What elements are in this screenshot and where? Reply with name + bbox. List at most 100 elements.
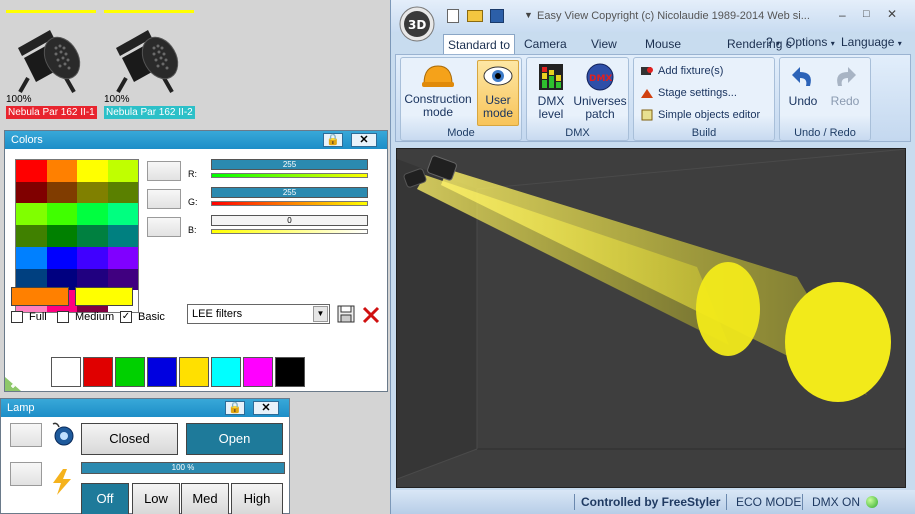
color-swatch[interactable] [16,181,47,204]
open-folder-icon[interactable] [467,10,483,22]
medium-checkbox[interactable]: Medium [57,311,114,323]
dimmer-med-button[interactable]: Med [181,483,229,514]
color-swatch[interactable] [77,203,108,226]
basic-color-swatch[interactable] [147,357,177,387]
tab-mouse[interactable]: Mouse [645,34,681,54]
color-swatch[interactable] [107,181,138,204]
filter-select[interactable]: LEE filters ▼ [187,304,330,324]
blue-slider[interactable]: 0 [211,215,368,226]
color-swatch[interactable] [77,246,108,269]
color-swatch[interactable] [46,181,77,204]
color-swatch[interactable] [16,203,47,226]
status-divider [574,494,575,510]
color-swatch[interactable] [107,246,138,269]
green-slider[interactable]: 255 [211,187,368,198]
window-titlebar: 3D ▼ Easy View Copyright (c) Nicolaudie … [391,0,915,42]
redo-button[interactable]: Redo [826,64,864,124]
dmx-level-button[interactable]: DMX level [529,62,573,126]
fixture-1[interactable]: 100% Nebula Par 162 II-1 [6,10,100,122]
color-swatch[interactable] [16,160,47,182]
color-swatch[interactable] [46,203,77,226]
build-group: Add fixture(s) Stage settings... Simple … [633,57,775,141]
resize-grip-icon[interactable] [5,375,23,391]
lightning-icon [53,469,71,495]
color-swatch[interactable] [46,160,77,182]
color-swatch[interactable] [107,160,138,182]
g-label: G: [188,197,198,207]
chevron-down-icon: ▼ [313,306,328,322]
dimmer-button[interactable] [10,462,42,486]
minimize-icon[interactable]: – [839,8,846,22]
delete-icon[interactable] [361,305,381,325]
dimmer-slider[interactable]: 100 % [81,462,285,474]
basic-color-swatch[interactable] [243,357,273,387]
maximize-icon[interactable]: □ [863,8,870,20]
color-swatch[interactable] [16,246,47,269]
shutter-open-button[interactable]: Open [186,423,283,455]
fixture-level-bar [6,10,96,13]
add-fixture-button[interactable]: Add fixture(s) [640,64,723,78]
color-swatch[interactable] [46,246,77,269]
green-preset-button[interactable] [147,189,181,209]
dmx-group: DMX level DMX Universes patch DMX [526,57,629,141]
basic-color-swatch[interactable] [51,357,81,387]
save-file-icon[interactable] [490,9,504,23]
basic-color-swatch[interactable] [115,357,145,387]
color-swatch[interactable] [46,225,77,247]
shutter-button[interactable] [10,423,42,447]
color-swatch[interactable] [77,160,108,182]
stage-settings-button[interactable]: Stage settings... [640,86,737,100]
color-swatch[interactable] [107,203,138,226]
basic-color-swatch[interactable] [179,357,209,387]
shutter-closed-button[interactable]: Closed [81,423,178,455]
basic-color-swatch[interactable] [83,357,113,387]
fixture-2[interactable]: 100% Nebula Par 162 II-2 [104,10,198,122]
new-file-icon[interactable] [447,9,459,23]
basic-checkbox[interactable]: ✓ Basic [120,311,165,323]
lock-icon[interactable]: 🔒 [323,133,343,147]
undo-redo-group-label: Undo / Redo [794,127,856,139]
dimmer-off-button[interactable]: Off [81,483,129,514]
dimmer-high-button[interactable]: High [231,483,283,514]
add-fixture-icon [641,67,653,75]
basic-color-swatch[interactable] [211,357,241,387]
status-bar: Controlled by FreeStyler ECO MODE DMX ON [391,490,915,514]
fixture-name: Nebula Par 162 II-2 [104,106,195,119]
close-window-icon[interactable]: ✕ [887,7,897,21]
status-dmx-on: DMX ON [812,495,860,509]
full-checkbox[interactable]: Full [11,311,47,323]
quick-access-chevron-icon[interactable]: ▼ [524,10,533,20]
construction-mode-button[interactable]: Construction mode [403,60,473,124]
universes-patch-button[interactable]: DMX Universes patch [573,62,627,126]
tab-rendering[interactable]: Rendering c [727,34,792,54]
color-swatch[interactable] [107,225,138,247]
undo-button[interactable]: Undo [784,64,822,124]
red-slider[interactable]: 255 [211,159,368,170]
hard-hat-icon [422,65,454,87]
color-swatch[interactable] [77,181,108,204]
close-icon[interactable]: ✕ [351,133,377,147]
basic-color-swatch[interactable] [275,357,305,387]
fixture-level-bar [104,10,194,13]
color-swatch[interactable] [16,225,47,247]
tab-view[interactable]: View [591,34,617,54]
color-swatch[interactable] [77,225,108,247]
stage-3d-viewport[interactable] [396,148,906,488]
menu-language[interactable]: Language ▾ [841,32,902,52]
user-mode-button[interactable]: User mode [477,60,519,126]
simple-objects-editor-button[interactable]: Simple objects editor [640,108,760,122]
save-icon[interactable] [337,305,355,323]
tab-standard[interactable]: Standard to [443,34,516,54]
lamp-panel-title: Lamp 🔒 ✕ [1,399,289,417]
red-preset-button[interactable] [147,161,181,181]
panel-title-text: Colors [11,134,43,146]
dmx-globe-icon: DMX [586,63,614,91]
menu-help[interactable]: ? ▾ [766,32,780,52]
menu-options[interactable]: Options ▾ [786,32,835,52]
tab-camera[interactable]: Camera [524,34,567,54]
dimmer-low-button[interactable]: Low [132,483,180,514]
lock-icon[interactable]: 🔒 [225,401,245,415]
blue-gradient [211,229,368,234]
close-icon[interactable]: ✕ [253,401,279,415]
blue-preset-button[interactable] [147,217,181,237]
